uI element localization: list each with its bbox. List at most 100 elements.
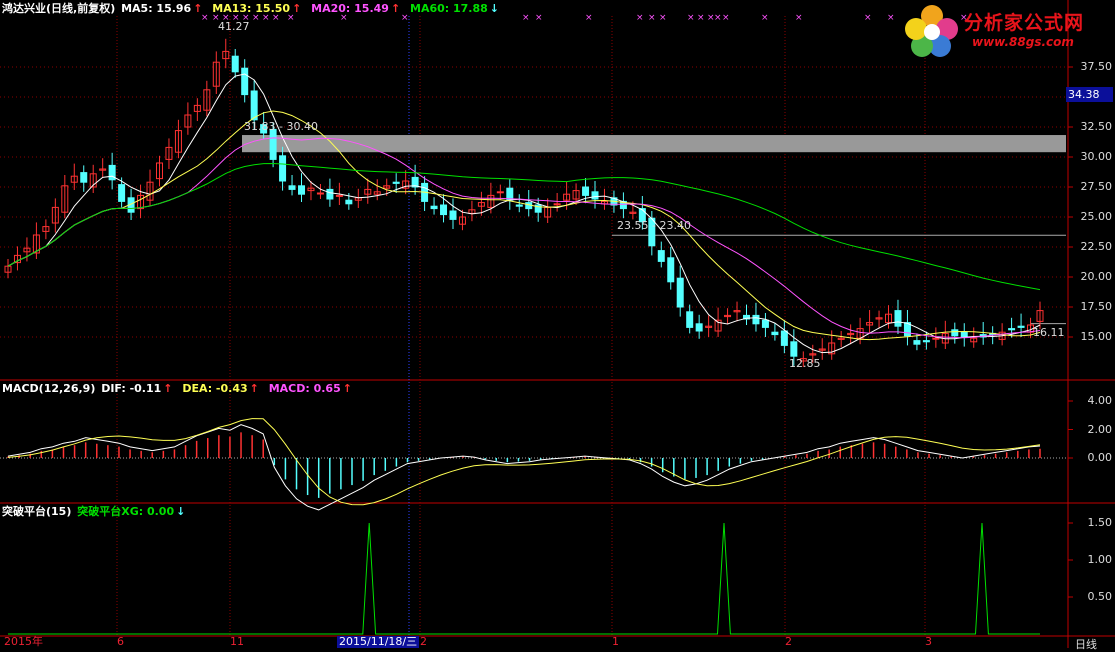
price-tick-label: 27.50 [1080, 180, 1113, 193]
date-label: 11 [230, 635, 244, 648]
candle-down [960, 331, 968, 338]
date-label: 6 [117, 635, 124, 648]
breakout-panel-graphics [8, 522, 1040, 635]
ma60-line [7, 162, 1041, 291]
price-tick-label: 30.00 [1080, 150, 1113, 163]
candle-down [345, 199, 353, 205]
price-tick-label: 37.50 [1080, 60, 1113, 73]
price-tick-label: 25.00 [1080, 210, 1113, 223]
signal-marker-icon: × [761, 13, 769, 23]
signal-marker-icon: × [697, 13, 705, 23]
annotation-plateau: 31.83 - 30.40 [244, 120, 318, 133]
breakout-arrow-icon: ↓ [176, 505, 186, 518]
annotation-mid: 23.55 - 23.40 [617, 219, 691, 232]
candle-down [686, 311, 694, 328]
macd-title: MACD(12,26,9) [2, 382, 96, 395]
macd-value: MACD: 0.65 [268, 382, 341, 395]
breakout-tick-label: 1.00 [1087, 553, 1113, 566]
signal-marker-icon: × [687, 13, 695, 23]
ma5-arrow-icon: ↑ [193, 2, 203, 15]
candle-down [1008, 328, 1016, 331]
candle-down [440, 204, 448, 216]
candle-down [449, 210, 457, 220]
chart-canvas[interactable]: × × × × × × × × × × × × × × × × × × × × × × × × × × × [0, 0, 1115, 648]
macd-tick-label: 0.00 [1087, 451, 1113, 464]
candle-up [335, 194, 343, 197]
macd-tick-label: 4.00 [1087, 394, 1113, 407]
signal-marker-icon: × [714, 13, 722, 23]
candle-down [430, 205, 438, 210]
flower-logo-icon [905, 5, 958, 57]
candle-down [392, 181, 400, 184]
candle-down [582, 186, 590, 196]
dif-value: DIF: -0.11 [101, 382, 162, 395]
dea-arrow-icon: ↑ [249, 382, 259, 395]
price-tick-label: 15.00 [1080, 330, 1113, 343]
moving-average-lines [7, 73, 1041, 354]
ma13-value: MA13: 15.50 [212, 2, 291, 15]
breakout-signal-line [8, 522, 1040, 635]
logo-title: 分析家公式网 [964, 12, 1085, 34]
candle-up [932, 337, 940, 340]
macd-panel-graphics [0, 418, 1068, 511]
candle-down [118, 184, 126, 202]
macd-tick-label: 2.00 [1087, 422, 1113, 436]
breakout-tick-label: 0.50 [1087, 590, 1113, 603]
candle-down [667, 257, 675, 283]
date-axis: 2015年 6 11 2015/11/18/三 2 1 2 3 [0, 636, 1068, 648]
annotation-last: 16.11 [1033, 326, 1065, 339]
candle-down [657, 250, 665, 262]
date-label: 2 [785, 635, 792, 648]
candle-down [250, 90, 258, 121]
candle-down [515, 204, 523, 207]
candle-up [496, 191, 504, 194]
candle-down [298, 185, 306, 195]
chart-frame [0, 0, 1115, 648]
ma20-arrow-icon: ↑ [390, 2, 401, 15]
ma5-line [7, 73, 1041, 354]
plateau-band [242, 135, 1066, 153]
candle-down [279, 155, 287, 182]
breakout-tick-label: 1.50 [1087, 516, 1113, 529]
candle-down [1017, 325, 1025, 328]
signal-marker-icon: × [864, 13, 872, 23]
signal-marker-icon: × [795, 13, 803, 23]
site-logo: 分析家公式网 www.88gs.com [902, 2, 1107, 57]
signal-marker-icon: × [535, 13, 543, 23]
date-label: 2015年 [4, 635, 43, 648]
breakout-xg-value: 突破平台XG: 0.00 [77, 505, 175, 518]
stock-title: 鸿达兴业(日线,前复权) [2, 2, 116, 15]
selected-date-label[interactable]: 2015/11/18/三 [337, 636, 420, 648]
candle-down [771, 331, 779, 336]
candle-down [80, 172, 88, 183]
date-label: 1 [612, 635, 619, 648]
price-tick-label: 22.50 [1080, 240, 1113, 253]
signal-marker-icon: × [722, 13, 730, 23]
ma20-value: MA20: 15.49 [311, 2, 389, 15]
dif-arrow-icon: ↑ [163, 382, 173, 395]
candle-up [553, 203, 561, 206]
candle-down [780, 330, 788, 346]
signal-marker-icon: × [585, 13, 593, 23]
candle-down [326, 188, 334, 200]
candle-down [761, 319, 769, 328]
annotation-low: 12.85 [789, 357, 821, 370]
candle-down [894, 310, 902, 327]
signal-marker-icon: × [648, 13, 656, 23]
price-tick-label: 32.50 [1080, 120, 1113, 133]
signal-marker-icon: × [887, 13, 895, 23]
macd-arrow-icon: ↑ [342, 382, 352, 395]
date-label: 2 [420, 635, 427, 648]
candle-down [241, 67, 249, 96]
period-label[interactable]: 日线 [1075, 636, 1097, 652]
candle-down [269, 128, 277, 160]
breakout-title: 突破平台(15) [2, 505, 72, 518]
dea-value: DEA: -0.43 [182, 382, 248, 395]
main-indicator-header: 鸿达兴业(日线,前复权) MA5: 15.96 ↑ MA13: 15.50 ↑ MA… [2, 1, 505, 17]
ma5-value: MA5: 15.96 [121, 2, 192, 15]
price-tick-label: 20.00 [1080, 270, 1113, 283]
candle-down [752, 314, 760, 325]
candle-down [288, 185, 296, 190]
ma13-arrow-icon: ↑ [292, 2, 302, 15]
signal-marker-icon: × [659, 13, 667, 23]
